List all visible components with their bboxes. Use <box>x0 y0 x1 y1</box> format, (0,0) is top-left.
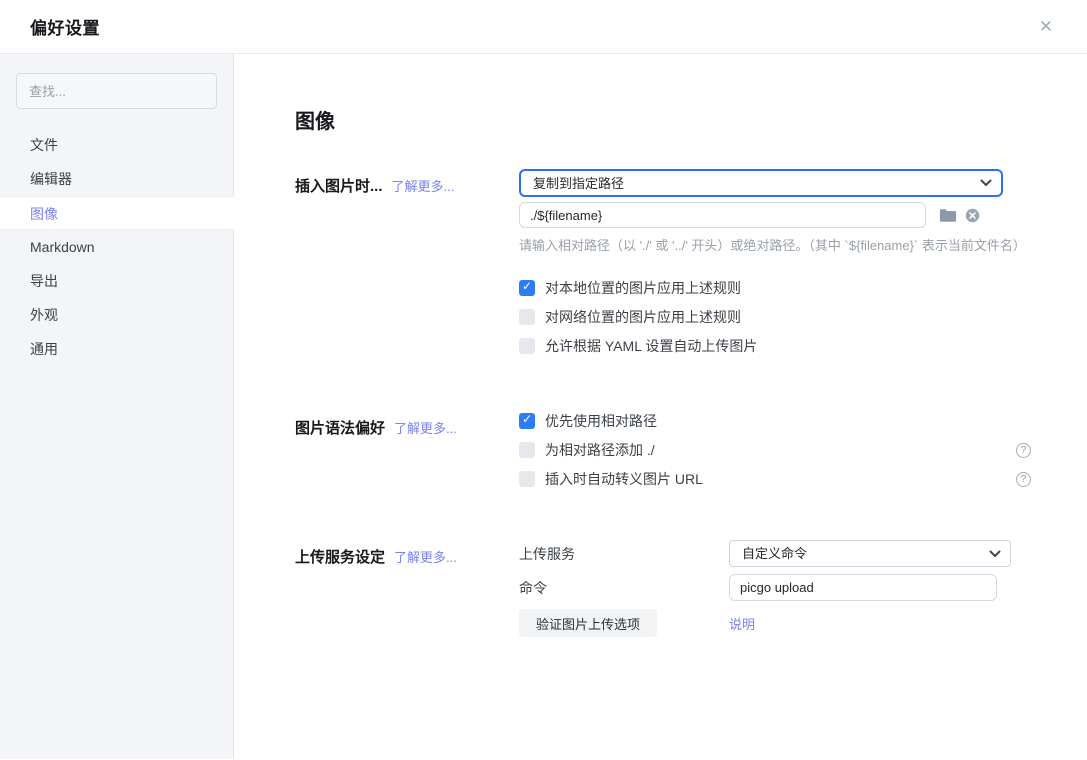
upload-service-select[interactable]: 自定义命令 <box>730 541 1010 566</box>
sidebar-item-image[interactable]: 图像 <box>0 196 234 230</box>
close-icon[interactable]: ✕ <box>1035 14 1057 39</box>
section-insert-label-col: 插入图片时... 了解更多... <box>295 169 519 367</box>
checkbox-add-dot-slash[interactable] <box>519 442 535 458</box>
syntax-learn-more-link[interactable]: 了解更多... <box>394 421 457 436</box>
path-hint-text: 请输入相对路径（以 './' 或 '../' 开头）或绝对路径。（其中 `${f… <box>519 237 1079 254</box>
insert-action-select[interactable]: 复制到指定路径 <box>521 171 1001 195</box>
checkbox-label: 对网络位置的图片应用上述规则 <box>545 307 741 327</box>
sidebar-item-appearance[interactable]: 外观 <box>0 298 233 332</box>
checkbox-local-rule[interactable] <box>519 280 535 296</box>
checkbox-label: 优先使用相对路径 <box>545 411 657 431</box>
upload-service-select-wrap: 自定义命令 <box>729 540 1011 567</box>
checkbox-label: 对本地位置的图片应用上述规则 <box>545 278 741 298</box>
clear-path-icon[interactable] <box>965 208 980 223</box>
checkbox-label: 允许根据 YAML 设置自动上传图片 <box>545 336 757 356</box>
checkbox-row-yaml-upload: 允许根据 YAML 设置自动上传图片 <box>519 338 1031 354</box>
checkbox-escape-url[interactable] <box>519 471 535 487</box>
insert-learn-more-link[interactable]: 了解更多... <box>392 179 455 194</box>
section-upload-service: 上传服务设定了解更多... 上传服务 自定义命令 <box>295 540 1087 644</box>
titlebar: 偏好设置 ✕ <box>0 0 1087 54</box>
section-image-syntax: 图片语法偏好了解更多... 优先使用相对路径 为相对路径添加 ./ ? <box>295 411 1087 500</box>
main-panel: 图像 插入图片时... 了解更多... 复制到指定路径 <box>234 54 1087 759</box>
sidebar-item-markdown[interactable]: Markdown <box>0 230 233 264</box>
section-insert-images: 插入图片时... 了解更多... 复制到指定路径 <box>295 169 1087 367</box>
section-syntax-fields: 优先使用相对路径 为相对路径添加 ./ ? 插入时自动转义图片 URL ? <box>519 411 1031 500</box>
command-label: 命令 <box>519 578 729 598</box>
section-syntax-label-col: 图片语法偏好了解更多... <box>295 411 519 500</box>
sidebar-nav: 文件 编辑器 图像 Markdown 导出 外观 通用 <box>0 128 233 366</box>
checkbox-label: 为相对路径添加 ./ <box>545 440 655 460</box>
insert-checkbox-list: 对本地位置的图片应用上述规则 对网络位置的图片应用上述规则 允许根据 YAML … <box>519 280 1031 354</box>
checkbox-row-local-rule: 对本地位置的图片应用上述规则 <box>519 280 1031 296</box>
sidebar-item-export[interactable]: 导出 <box>0 264 233 298</box>
validate-upload-button[interactable]: 验证图片上传选项 <box>519 609 657 637</box>
checkbox-network-rule[interactable] <box>519 309 535 325</box>
instructions-link[interactable]: 说明 <box>729 614 755 633</box>
section-insert-fields: 复制到指定路径 <box>519 169 1031 367</box>
section-insert-label: 插入图片时... <box>295 178 383 195</box>
upload-service-label: 上传服务 <box>519 544 729 564</box>
checkbox-yaml-upload[interactable] <box>519 338 535 354</box>
section-upload-label: 上传服务设定 <box>295 549 385 566</box>
copy-path-input[interactable] <box>519 202 926 228</box>
sidebar-item-editor[interactable]: 编辑器 <box>0 162 233 196</box>
section-upload-fields: 上传服务 自定义命令 命令 <box>519 540 1031 644</box>
validate-button-container: 验证图片上传选项 <box>519 609 729 637</box>
syntax-checkbox-list: 优先使用相对路径 为相对路径添加 ./ ? 插入时自动转义图片 URL ? <box>519 413 1031 487</box>
checkbox-row-network-rule: 对网络位置的图片应用上述规则 <box>519 309 1031 325</box>
command-input[interactable] <box>729 574 997 601</box>
checkbox-row-escape-url: 插入时自动转义图片 URL ? <box>519 471 1031 487</box>
upload-learn-more-link[interactable]: 了解更多... <box>394 550 457 565</box>
search-input[interactable] <box>16 73 217 109</box>
window-title: 偏好设置 <box>30 14 100 39</box>
section-syntax-label: 图片语法偏好 <box>295 420 385 437</box>
sidebar-item-general[interactable]: 通用 <box>0 332 233 366</box>
path-row <box>519 202 1031 228</box>
upload-command-row: 命令 <box>519 574 1031 601</box>
folder-icon[interactable] <box>939 208 957 223</box>
checkbox-relative-path[interactable] <box>519 413 535 429</box>
help-icon[interactable]: ? <box>1016 443 1031 458</box>
preferences-window: 偏好设置 ✕ 文件 编辑器 图像 Markdown 导出 外观 通用 图像 插入… <box>0 0 1087 760</box>
section-upload-label-col: 上传服务设定了解更多... <box>295 540 519 644</box>
upload-validate-row: 验证图片上传选项 说明 <box>519 609 1031 637</box>
checkbox-row-add-dot-slash: 为相对路径添加 ./ ? <box>519 442 1031 458</box>
page-title: 图像 <box>295 109 1087 135</box>
sidebar: 文件 编辑器 图像 Markdown 导出 外观 通用 <box>0 54 234 759</box>
insert-action-select-wrap: 复制到指定路径 <box>519 169 1003 197</box>
checkbox-row-relative-path: 优先使用相对路径 <box>519 413 1031 429</box>
upload-service-row: 上传服务 自定义命令 <box>519 540 1031 567</box>
checkbox-label: 插入时自动转义图片 URL <box>545 469 703 489</box>
help-icon[interactable]: ? <box>1016 472 1031 487</box>
sidebar-item-file[interactable]: 文件 <box>0 128 233 162</box>
